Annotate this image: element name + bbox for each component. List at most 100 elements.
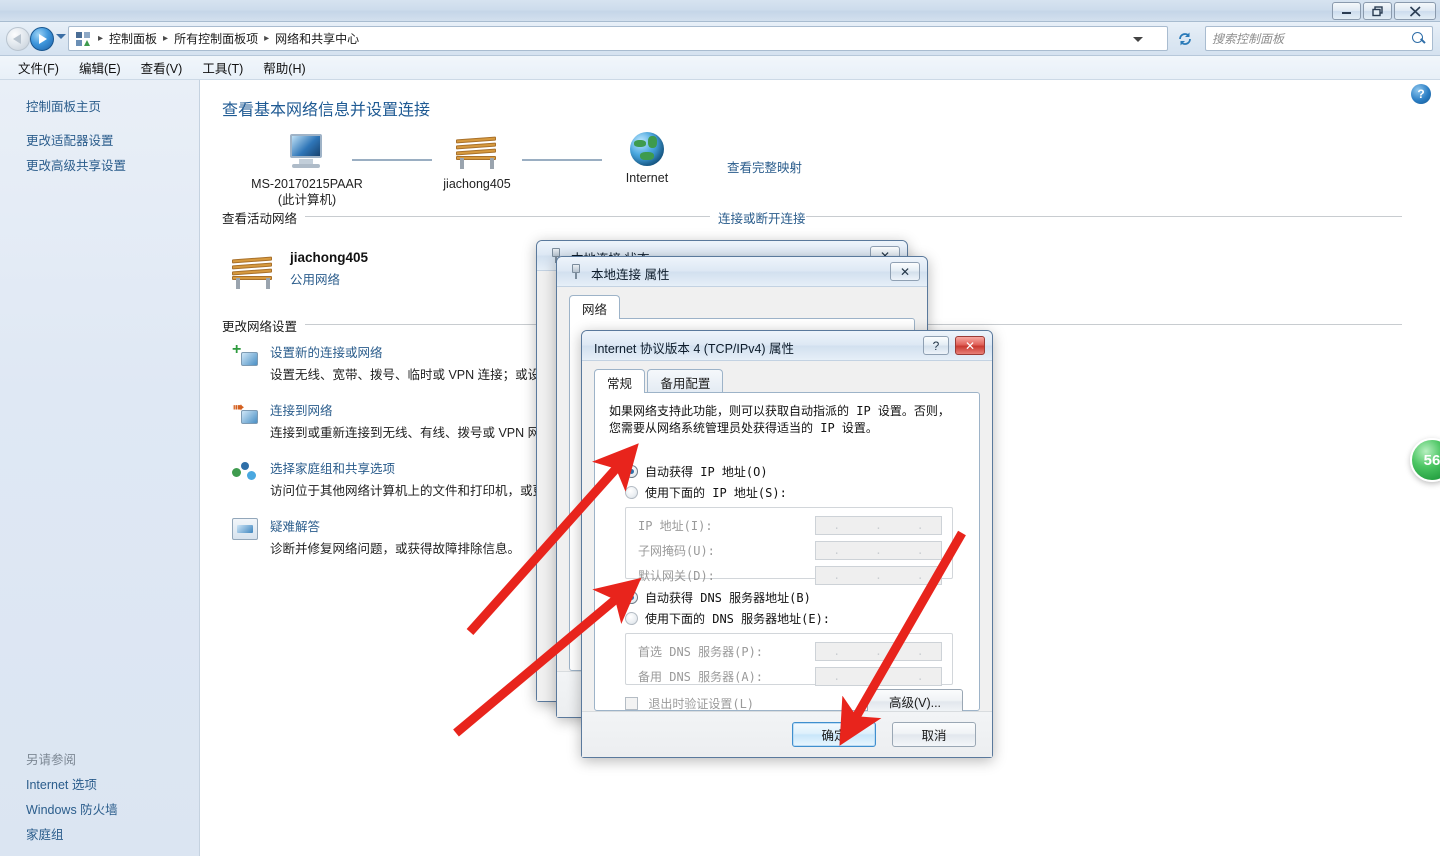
radio-manual-dns[interactable]: 使用下面的 DNS 服务器地址(E): xyxy=(625,610,830,627)
radio-indicator xyxy=(625,465,638,478)
ip-fields-group: IP 地址(I): ... 子网掩码(U): ... 默认网关(D): ... xyxy=(625,507,953,585)
ok-button[interactable]: 确定 xyxy=(792,722,876,747)
help-icon[interactable]: ? xyxy=(923,336,949,355)
radio-indicator xyxy=(625,486,638,499)
forward-button[interactable] xyxy=(30,27,54,51)
dns-fields-group: 首选 DNS 服务器(P): ... 备用 DNS 服务器(A): ... xyxy=(625,633,953,686)
minimize-button[interactable] xyxy=(1332,2,1361,20)
radio-auto-dns[interactable]: 自动获得 DNS 服务器地址(B) xyxy=(625,589,830,606)
close-button[interactable] xyxy=(1394,2,1436,20)
preferred-dns-input[interactable]: ... xyxy=(814,642,942,661)
radio-label: 自动获得 IP 地址(O) xyxy=(645,465,768,479)
menu-tools[interactable]: 工具(T) xyxy=(192,55,253,80)
menu-file[interactable]: 文件(F) xyxy=(8,55,69,80)
menu-edit[interactable]: 编辑(E) xyxy=(69,55,131,80)
new-connection-icon: + xyxy=(232,342,258,368)
view-full-map-link[interactable]: 查看完整映射 xyxy=(727,157,802,176)
field-label: 子网掩码(U): xyxy=(638,544,715,558)
navigation-bar: ▸ 控制面板 ▸ 所有控制面板项 ▸ 网络和共享中心 搜索控制面板 xyxy=(0,22,1440,56)
close-icon[interactable]: ✕ xyxy=(890,262,920,281)
tab-pane-general: 如果网络支持此功能，则可以获取自动指派的 IP 设置。否则， 您需要从网络系统管… xyxy=(594,392,980,714)
field-default-gateway[interactable]: 默认网关(D): ... xyxy=(638,566,942,585)
tab-strip: 网络 xyxy=(569,295,621,319)
alternate-dns-input[interactable]: ... xyxy=(814,667,942,686)
search-box[interactable]: 搜索控制面板 xyxy=(1205,26,1433,51)
ip-mode-group: 自动获得 IP 地址(O) 使用下面的 IP 地址(S): xyxy=(625,463,787,505)
bench-icon xyxy=(454,134,500,172)
breadcrumb-item-1[interactable]: 所有控制面板项 xyxy=(171,28,261,49)
ipv4-properties-dialog[interactable]: Internet 协议版本 4 (TCP/IPv4) 属性 ? ✕ 常规 备用配… xyxy=(581,330,993,758)
app-window: ▸ 控制面板 ▸ 所有控制面板项 ▸ 网络和共享中心 搜索控制面板 文件(F) … xyxy=(0,0,1440,856)
cancel-button[interactable]: 取消 xyxy=(892,722,976,747)
active-network-entry[interactable]: jiachong405 公用网络 xyxy=(222,250,368,292)
search-icon xyxy=(1412,31,1426,46)
help-icon[interactable]: ? xyxy=(1411,84,1431,104)
close-icon[interactable]: ✕ xyxy=(955,336,985,355)
map-node-network[interactable]: jiachong405 xyxy=(397,134,557,192)
radio-label: 使用下面的 DNS 服务器地址(E): xyxy=(645,612,831,626)
field-label: 默认网关(D): xyxy=(638,569,715,583)
homegroup-icon xyxy=(232,460,258,484)
radio-label: 自动获得 DNS 服务器地址(B) xyxy=(645,591,811,605)
menu-bar: 文件(F) 编辑(E) 查看(V) 工具(T) 帮助(H) xyxy=(0,56,1440,80)
nic-icon xyxy=(569,264,583,280)
menu-view[interactable]: 查看(V) xyxy=(131,55,193,80)
tab-network[interactable]: 网络 xyxy=(569,295,621,319)
tab-alternate-config[interactable]: 备用配置 xyxy=(647,369,724,393)
sidebar: 控制面板主页 更改适配器设置 更改高级共享设置 另请参阅 Internet 选项… xyxy=(0,80,200,856)
task-title[interactable]: 疑难解答 xyxy=(270,516,520,535)
map-node-computer[interactable]: MS-20170215PAAR (此计算机) xyxy=(227,132,387,209)
search-input[interactable]: 搜索控制面板 xyxy=(1212,30,1412,47)
breadcrumb-bar[interactable]: ▸ 控制面板 ▸ 所有控制面板项 ▸ 网络和共享中心 xyxy=(68,26,1168,51)
radio-auto-ip[interactable]: 自动获得 IP 地址(O) xyxy=(625,463,787,480)
field-label: 首选 DNS 服务器(P): xyxy=(638,645,764,659)
dialog-footer: 确定 取消 xyxy=(582,711,992,757)
recent-pages-icon[interactable] xyxy=(56,34,66,39)
field-subnet-mask[interactable]: 子网掩码(U): ... xyxy=(638,541,942,560)
sidebar-item-windows-firewall[interactable]: Windows 防火墙 xyxy=(26,799,118,818)
sidebar-item-control-panel-home[interactable]: 控制面板主页 xyxy=(26,96,101,115)
refresh-icon[interactable] xyxy=(1176,30,1194,48)
map-node-label: MS-20170215PAAR xyxy=(251,177,363,191)
window-controls xyxy=(1332,2,1436,20)
field-label: IP 地址(I): xyxy=(638,519,713,533)
map-node-label: Internet xyxy=(625,171,669,185)
active-network-name: jiachong405 xyxy=(290,250,369,265)
field-preferred-dns[interactable]: 首选 DNS 服务器(P): ... xyxy=(638,642,942,661)
maximize-restore-button[interactable] xyxy=(1363,2,1392,20)
radio-indicator xyxy=(625,612,638,625)
sidebar-item-change-adapter-settings[interactable]: 更改适配器设置 xyxy=(26,130,114,149)
breadcrumb-separator: ▸ xyxy=(163,33,169,44)
checkbox-indicator xyxy=(625,697,638,710)
ip-address-input[interactable]: ... xyxy=(814,516,942,535)
active-network-type[interactable]: 公用网络 xyxy=(290,269,368,288)
sidebar-item-homegroup[interactable]: 家庭组 xyxy=(26,824,64,843)
section-divider xyxy=(222,216,1402,217)
radio-manual-ip[interactable]: 使用下面的 IP 地址(S): xyxy=(625,484,787,501)
breadcrumb-item-0[interactable]: 控制面板 xyxy=(106,28,160,49)
page-title: 查看基本网络信息并设置连接 xyxy=(222,102,431,119)
radio-indicator xyxy=(625,591,638,604)
sidebar-item-internet-options[interactable]: Internet 选项 xyxy=(26,774,97,793)
field-ip-address[interactable]: IP 地址(I): ... xyxy=(638,516,942,535)
breadcrumb-dropdown-icon[interactable] xyxy=(1133,36,1143,42)
default-gateway-input[interactable]: ... xyxy=(814,566,942,585)
field-alternate-dns[interactable]: 备用 DNS 服务器(A): ... xyxy=(638,667,942,686)
status-badge: 56 xyxy=(1410,438,1440,482)
dialog-title: 本地连接 属性 xyxy=(591,268,670,282)
sidebar-see-also-header: 另请参阅 xyxy=(26,753,77,767)
map-node-internet[interactable]: Internet xyxy=(567,132,727,186)
troubleshoot-icon xyxy=(232,518,258,540)
sidebar-item-change-advanced-sharing[interactable]: 更改高级共享设置 xyxy=(26,155,126,174)
back-button[interactable] xyxy=(6,27,30,51)
task-description: 诊断并修复网络问题，或获得故障排除信息。 xyxy=(270,542,521,556)
tab-general[interactable]: 常规 xyxy=(594,369,646,393)
breadcrumb-item-2[interactable]: 网络和共享中心 xyxy=(272,28,362,49)
connect-disconnect-link[interactable]: 连接或断开连接 xyxy=(710,208,806,227)
dialog-title: Internet 协议版本 4 (TCP/IPv4) 属性 xyxy=(594,342,795,356)
ipv4-description: 如果网络支持此功能，则可以获取自动指派的 IP 设置。否则， 您需要从网络系统管… xyxy=(609,404,950,436)
globe-icon xyxy=(630,132,664,166)
subnet-mask-input[interactable]: ... xyxy=(814,541,942,560)
validate-on-exit-checkbox[interactable]: 退出时验证设置(L) xyxy=(625,695,754,712)
menu-help[interactable]: 帮助(H) xyxy=(253,55,315,80)
